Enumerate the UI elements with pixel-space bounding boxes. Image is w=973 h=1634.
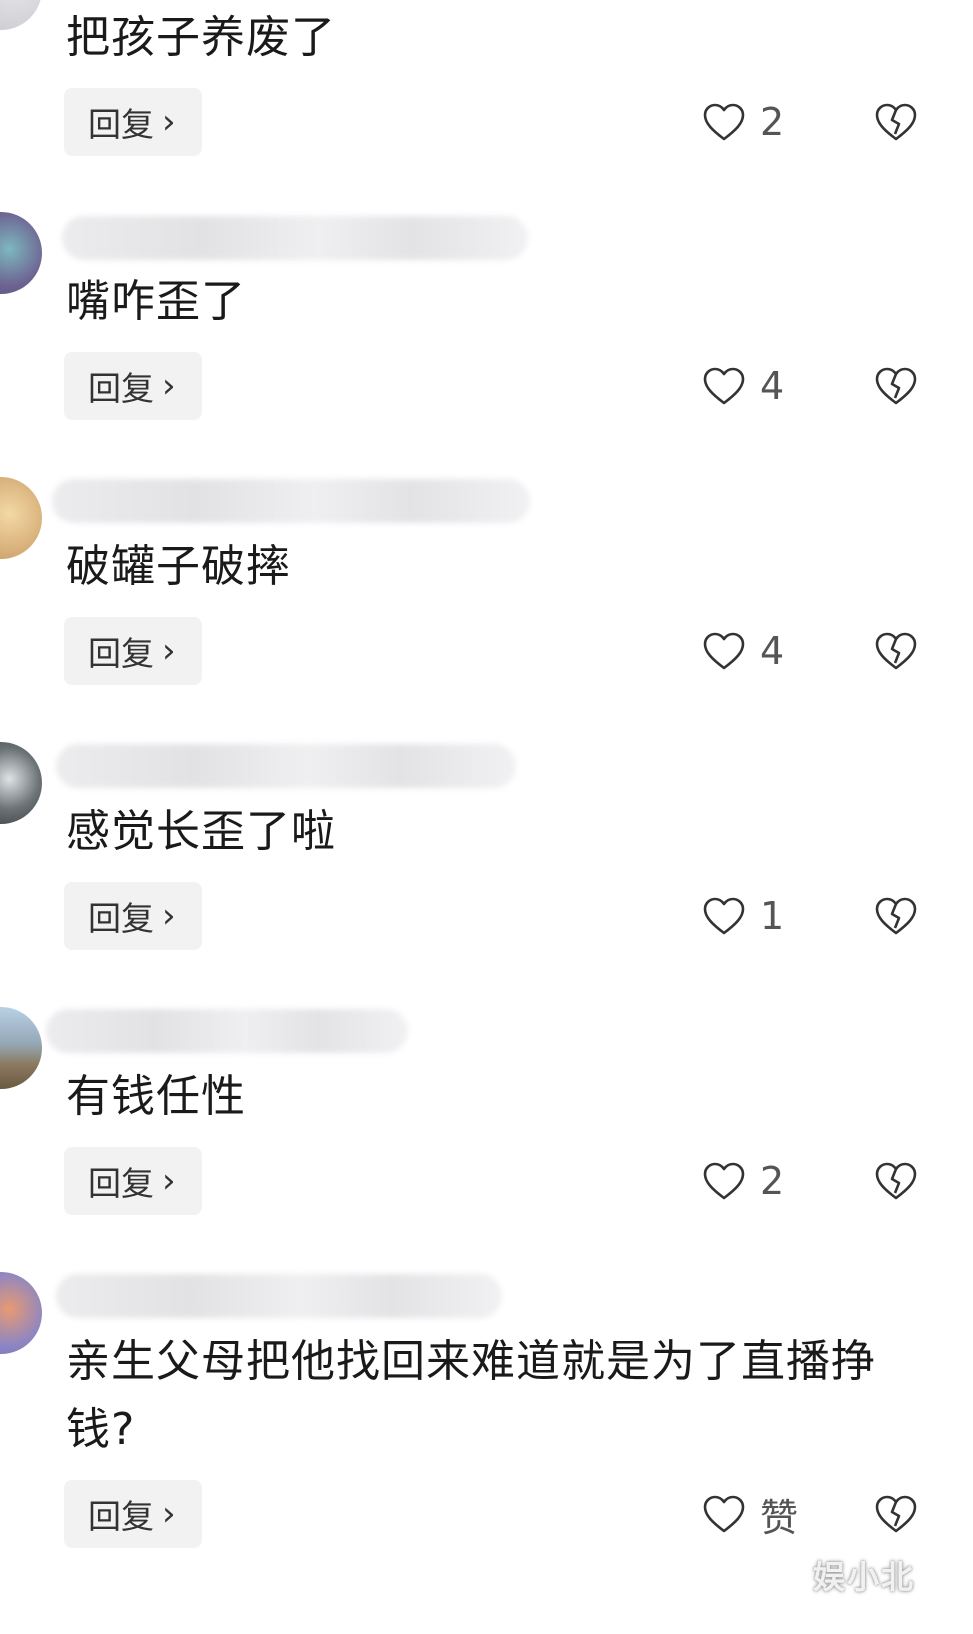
- username-blurred: [62, 216, 528, 260]
- username-blurred: [52, 479, 530, 523]
- reply-button[interactable]: 回复 ›: [64, 1480, 202, 1548]
- heart-outline-icon: [703, 103, 745, 141]
- username-blurred: [56, 744, 516, 788]
- reply-button[interactable]: 回复 ›: [64, 352, 202, 420]
- comment-text: 嘴咋歪了: [66, 276, 246, 327]
- username-blurred: [46, 1009, 408, 1053]
- like-button[interactable]: 赞: [702, 1480, 798, 1548]
- like-count: 4: [760, 364, 785, 408]
- reply-label: 回复: [88, 1164, 154, 1203]
- watermark: 娱小北: [812, 1558, 915, 1596]
- chevron-right-icon: ›: [162, 102, 176, 142]
- comment-text: 把孩子养废了: [66, 12, 336, 63]
- heart-outline-icon: [703, 367, 745, 405]
- heart-outline-icon: [703, 632, 745, 670]
- like-count: 4: [760, 629, 785, 673]
- comment-text: 亲生父母把他找回来难道就是为了直播挣钱?: [66, 1336, 876, 1455]
- broken-heart-icon: [875, 897, 917, 935]
- heart-outline-icon: [703, 897, 745, 935]
- reply-label: 回复: [88, 105, 154, 144]
- broken-heart-icon: [875, 1495, 917, 1533]
- comment-list: 把孩子养废了 回复 › 2 嘴咋歪了 回复 › 4 破罐子破摔 回复 › 4 感…: [0, 0, 973, 1634]
- like-button[interactable]: 4: [702, 352, 784, 420]
- like-button[interactable]: 2: [702, 1147, 784, 1215]
- heart-outline-icon: [703, 1162, 745, 1200]
- dislike-button[interactable]: [874, 1480, 918, 1548]
- chevron-right-icon: ›: [162, 366, 176, 406]
- reply-button[interactable]: 回复 ›: [64, 1147, 202, 1215]
- dislike-button[interactable]: [874, 352, 918, 420]
- like-button[interactable]: 1: [702, 882, 784, 950]
- reply-label: 回复: [88, 899, 154, 938]
- reply-label: 回复: [88, 634, 154, 673]
- comment-text: 有钱任性: [66, 1071, 246, 1122]
- chevron-right-icon: ›: [162, 1161, 176, 1201]
- dislike-button[interactable]: [874, 882, 918, 950]
- reply-button[interactable]: 回复 ›: [64, 617, 202, 685]
- comment-text: 感觉长歪了啦: [66, 806, 336, 857]
- like-label: 赞: [760, 1495, 799, 1540]
- avatar[interactable]: [0, 0, 42, 30]
- broken-heart-icon: [875, 1162, 917, 1200]
- chevron-right-icon: ›: [162, 1494, 176, 1534]
- reply-label: 回复: [88, 369, 154, 408]
- like-button[interactable]: 4: [702, 617, 784, 685]
- dislike-button[interactable]: [874, 617, 918, 685]
- reply-label: 回复: [88, 1497, 154, 1536]
- reply-button[interactable]: 回复 ›: [64, 882, 202, 950]
- like-button[interactable]: 2: [702, 88, 784, 156]
- broken-heart-icon: [875, 367, 917, 405]
- like-count: 2: [760, 100, 785, 144]
- username-blurred: [56, 1274, 502, 1318]
- dislike-button[interactable]: [874, 1147, 918, 1215]
- broken-heart-icon: [875, 632, 917, 670]
- like-count: 1: [760, 894, 785, 938]
- avatar[interactable]: [0, 1007, 42, 1089]
- reply-button[interactable]: 回复 ›: [64, 88, 202, 156]
- comment-text: 破罐子破摔: [66, 541, 291, 592]
- like-count: 2: [760, 1159, 785, 1203]
- avatar[interactable]: [0, 477, 42, 559]
- avatar[interactable]: [0, 212, 42, 294]
- dislike-button[interactable]: [874, 88, 918, 156]
- avatar[interactable]: [0, 742, 42, 824]
- avatar[interactable]: [0, 1272, 42, 1354]
- heart-outline-icon: [703, 1495, 745, 1533]
- broken-heart-icon: [875, 103, 917, 141]
- chevron-right-icon: ›: [162, 631, 176, 671]
- chevron-right-icon: ›: [162, 896, 176, 936]
